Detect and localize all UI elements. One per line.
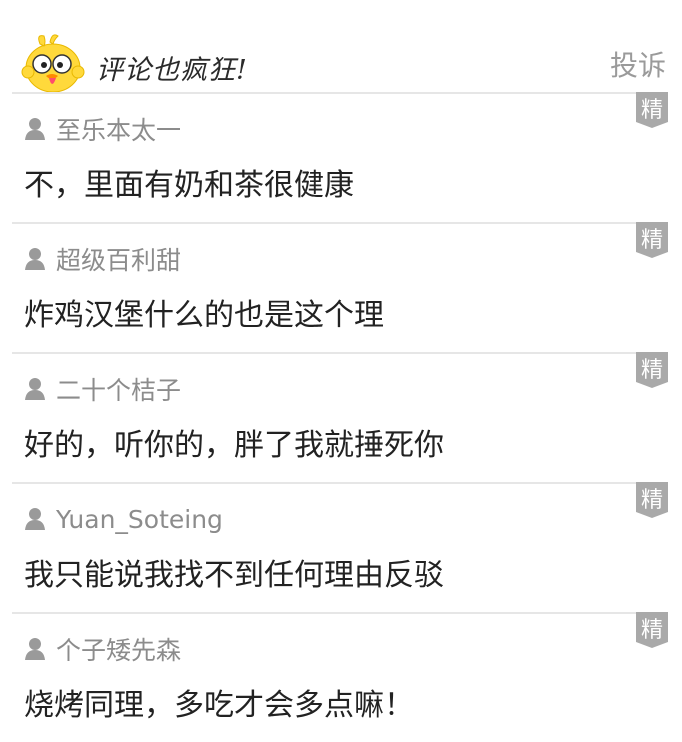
user-row: 至乐本太一 <box>24 112 181 146</box>
featured-badge-label: 精 <box>641 228 663 253</box>
user-icon <box>25 248 45 270</box>
report-button[interactable]: 投诉 <box>610 44 666 84</box>
user-row: 超级百利甜 <box>24 242 181 276</box>
comment-item: 精 个子矮先森 烧烤同理，多吃才会多点嘛！ <box>12 612 668 742</box>
user-icon <box>25 118 45 140</box>
featured-badge-icon: 精 <box>636 92 668 128</box>
featured-badge-label: 精 <box>641 618 663 643</box>
featured-badge-label: 精 <box>641 488 663 513</box>
username[interactable]: Yuan_Soteing <box>56 505 223 534</box>
user-row: 二十个桔子 <box>24 372 181 406</box>
mascot-icon <box>21 34 85 93</box>
featured-badge-icon: 精 <box>636 482 668 518</box>
username[interactable]: 二十个桔子 <box>56 371 181 407</box>
comment-text: 我只能说我找不到任何理由反驳 <box>24 558 444 593</box>
comment-list: 精 至乐本太一 不，里面有奶和茶很健康 精 超级百利甜 炸鸡汉堡什么的也是这个理 <box>12 92 668 742</box>
username[interactable]: 个子矮先森 <box>56 631 181 667</box>
user-icon <box>25 638 45 660</box>
comment-item: 精 二十个桔子 好的，听你的，胖了我就捶死你 <box>12 352 668 482</box>
comment-text: 不，里面有奶和茶很健康 <box>24 168 354 203</box>
featured-badge-label: 精 <box>641 358 663 383</box>
featured-badge-label: 精 <box>641 98 663 123</box>
comment-item: 精 超级百利甜 炸鸡汉堡什么的也是这个理 <box>12 222 668 352</box>
comment-item: 精 Yuan_Soteing 我只能说我找不到任何理由反驳 <box>12 482 668 612</box>
comment-text: 好的，听你的，胖了我就捶死你 <box>24 428 444 463</box>
username[interactable]: 超级百利甜 <box>56 241 181 277</box>
comment-text: 烧烤同理，多吃才会多点嘛！ <box>24 688 414 723</box>
user-row: 个子矮先森 <box>24 632 181 666</box>
page-title: 评论也疯狂! <box>96 55 248 86</box>
featured-badge-icon: 精 <box>636 612 668 648</box>
comment-item: 精 至乐本太一 不，里面有奶和茶很健康 <box>12 92 668 222</box>
user-icon <box>25 378 45 400</box>
header: 评论也疯狂! 投诉 <box>0 0 682 95</box>
featured-badge-icon: 精 <box>636 352 668 388</box>
user-icon <box>25 508 45 530</box>
featured-badge-icon: 精 <box>636 222 668 258</box>
comment-text: 炸鸡汉堡什么的也是这个理 <box>24 298 384 333</box>
username[interactable]: 至乐本太一 <box>56 111 181 147</box>
user-row: Yuan_Soteing <box>24 502 223 536</box>
